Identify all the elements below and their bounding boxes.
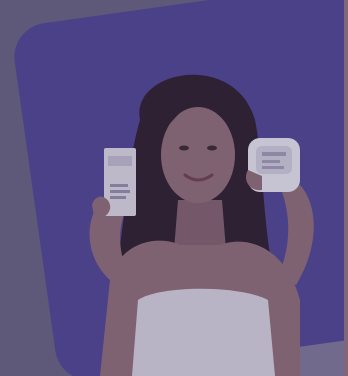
neck bbox=[174, 200, 226, 250]
model-photo bbox=[89, 74, 314, 376]
hero-image bbox=[0, 0, 348, 376]
right-arm bbox=[278, 185, 314, 285]
white-top bbox=[132, 288, 275, 376]
face bbox=[161, 107, 235, 203]
